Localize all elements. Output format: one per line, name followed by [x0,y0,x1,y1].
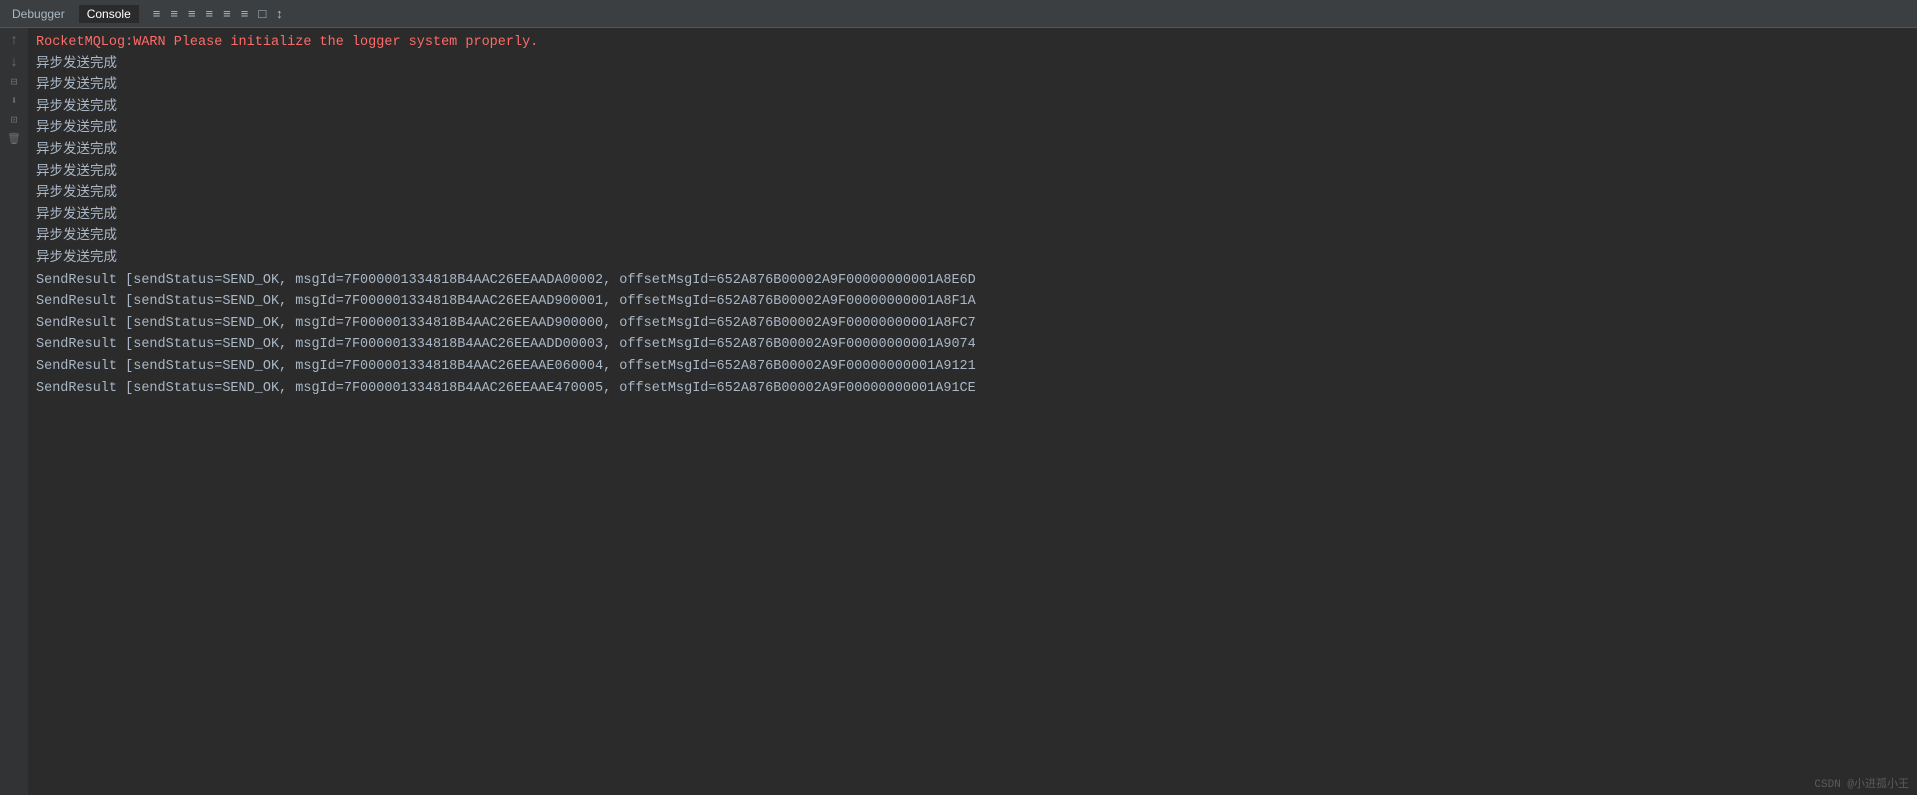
log-line: 异步发送完成 [36,75,1909,97]
toolbar-icons: ≡ ≡ ≡ ≡ ≡ ≡ □ ↕ [149,5,287,22]
log-line: 异步发送完成 [36,226,1909,248]
toolbar-icon-5[interactable]: ≡ [219,5,235,22]
toolbar-icon-6[interactable]: ≡ [237,5,253,22]
watermark: CSDN @小进孤小王 [1814,775,1909,791]
log-line: 异步发送完成 [36,162,1909,184]
log-line: 异步发送完成 [36,118,1909,140]
log-line: SendResult [sendStatus=SEND_OK, msgId=7F… [36,270,1909,292]
scroll-down-icon[interactable]: ↓ [8,54,20,72]
toolbar: Debugger Console ≡ ≡ ≡ ≡ ≡ ≡ □ ↕ [0,0,1917,28]
tab-debugger[interactable]: Debugger [4,5,73,23]
tab-console[interactable]: Console [79,5,139,23]
download-icon[interactable]: ⬇ [9,95,20,110]
log-line: RocketMQLog:WARN Please initialize the l… [36,32,1909,54]
log-line: SendResult [sendStatus=SEND_OK, msgId=7F… [36,334,1909,356]
log-line: 异步发送完成 [36,54,1909,76]
scroll-up-icon[interactable]: ↑ [8,32,20,50]
log-line: 异步发送完成 [36,97,1909,119]
toolbar-icon-4[interactable]: ≡ [202,5,218,22]
filter-icon[interactable]: ⊟ [9,76,20,91]
log-line: 异步发送完成 [36,183,1909,205]
log-line: SendResult [sendStatus=SEND_OK, msgId=7F… [36,291,1909,313]
log-line: SendResult [sendStatus=SEND_OK, msgId=7F… [36,313,1909,335]
console-area: ↑ ↓ ⊟ ⬇ ⊡ 🗑 RocketMQLog:WARN Please init… [0,28,1917,795]
log-line: SendResult [sendStatus=SEND_OK, msgId=7F… [36,378,1909,400]
log-line: 异步发送完成 [36,248,1909,270]
clear-icon[interactable]: 🗑 [5,133,23,148]
toolbar-icon-1[interactable]: ≡ [149,5,165,22]
log-area[interactable]: RocketMQLog:WARN Please initialize the l… [28,28,1917,795]
toolbar-icon-3[interactable]: ≡ [184,5,200,22]
log-line: 异步发送完成 [36,140,1909,162]
toolbar-icon-8[interactable]: ↕ [272,5,287,22]
toolbar-icon-7[interactable]: □ [254,5,270,22]
print-icon[interactable]: ⊡ [9,114,20,129]
toolbar-icon-2[interactable]: ≡ [166,5,182,22]
log-line: SendResult [sendStatus=SEND_OK, msgId=7F… [36,356,1909,378]
log-line: 异步发送完成 [36,205,1909,227]
left-gutter: ↑ ↓ ⊟ ⬇ ⊡ 🗑 [0,28,28,795]
